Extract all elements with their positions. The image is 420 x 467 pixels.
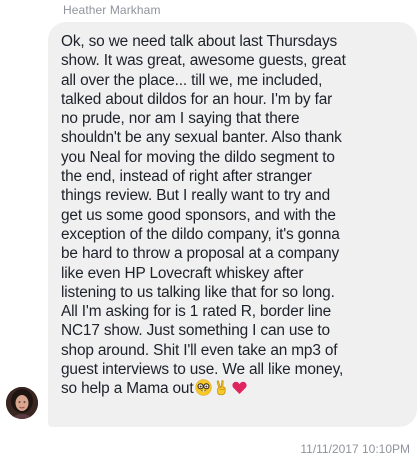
message-line: like even HP Lovecraft whiskey after	[61, 264, 304, 282]
message-text: Ok, so we need talk about last Thursdays…	[61, 32, 411, 399]
emoji-group	[195, 379, 249, 396]
message-line: guest interviews to use. We all like mon…	[61, 361, 344, 379]
message-line: all over the place... till we, me includ…	[61, 71, 323, 89]
message-timestamp: 11/11/2017 10:10PM	[300, 442, 410, 456]
red-heart-icon	[232, 382, 248, 395]
message-line: talked about dildos for an hour. I'm by …	[61, 90, 333, 108]
message-line: All I'm asking for is 1 rated R, border …	[61, 303, 332, 321]
message-line: shouldn't be any sexual banter. Also tha…	[61, 129, 342, 147]
message-line: things review. But I really want to try …	[61, 187, 331, 205]
avatar-photo	[6, 387, 38, 419]
nerd-face-icon	[195, 379, 213, 396]
message-bubble[interactable]: Ok, so we need talk about last Thursdays…	[48, 22, 417, 427]
message-line: Ok, so we need talk about last Thursdays	[61, 33, 338, 50]
message-line: get us some good sponsors, and with the	[61, 206, 336, 224]
message-line: you Neal for moving the dildo segment to	[61, 148, 335, 166]
message-line: exception of the dildo company, it's gon…	[61, 225, 340, 243]
message-line: NC17 show. Just something I can use to	[61, 322, 330, 340]
message-line: be hard to throw a proposal at a company	[61, 245, 340, 263]
message-line: shop around. Shit I'll even take an mp3 …	[61, 341, 338, 359]
sender-name: Heather Markham	[63, 3, 161, 17]
message-line: the end, instead of right after stranger	[61, 168, 312, 186]
message-line: listening to us talking like that for so…	[61, 283, 335, 301]
avatar[interactable]	[6, 387, 38, 419]
victory-hand-icon	[217, 380, 227, 396]
message-line: no prude, nor am I saying that there	[61, 110, 300, 128]
message-line-last: so help a Mama out	[61, 380, 194, 398]
message-line: show. It was great, awesome guests, grea…	[61, 52, 346, 70]
